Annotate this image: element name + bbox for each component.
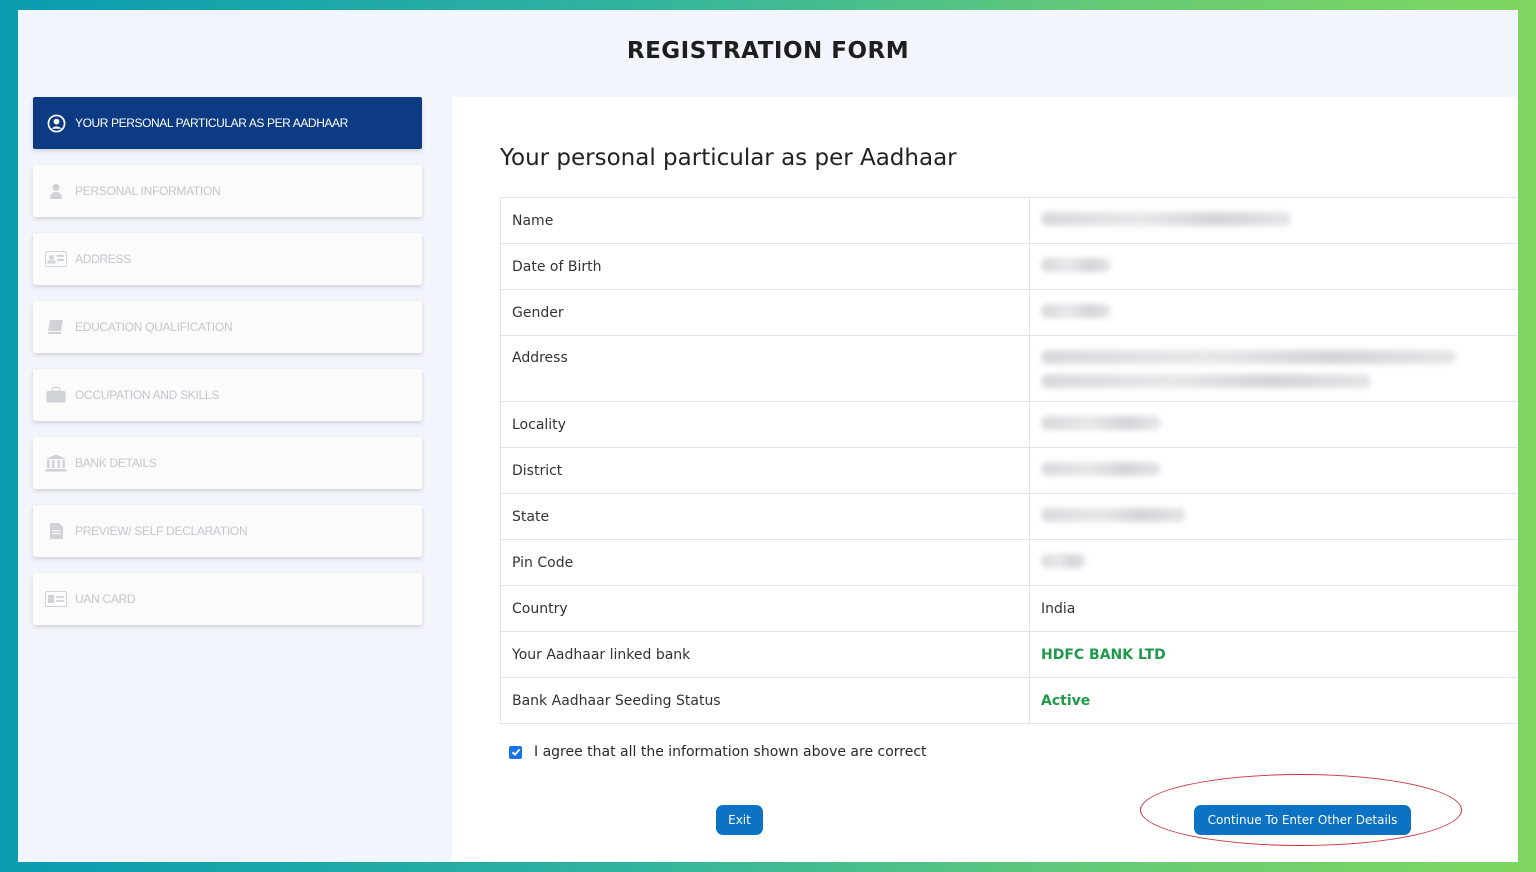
- row-label: Gender: [500, 289, 1030, 336]
- document-icon: [45, 522, 67, 540]
- table-row: State: [500, 493, 1518, 540]
- row-label: State: [500, 493, 1030, 540]
- table-row: Date of Birth: [500, 243, 1518, 290]
- aadhaar-details-table: Name Date of Birth Gender Address Locali…: [500, 197, 1518, 724]
- row-value-redacted: [1029, 243, 1518, 290]
- sidebar-item-label: YOUR PERSONAL PARTICULAR AS PER AADHAAR: [75, 116, 348, 130]
- check-icon: [511, 748, 520, 756]
- sidebar-item-label: UAN CARD: [75, 592, 136, 606]
- address-card-icon: [45, 250, 67, 268]
- row-value-redacted: [1029, 447, 1518, 494]
- sidebar-item-personal-information[interactable]: PERSONAL INFORMATION: [33, 165, 422, 217]
- sidebar-item-label: PREVIEW/ SELF DECLARATION: [75, 524, 248, 538]
- sidebar-item-label: EDUCATION QUALIFICATION: [75, 320, 233, 334]
- table-row: Your Aadhaar linked bank HDFC BANK LTD: [500, 631, 1518, 678]
- sidebar-item-label: PERSONAL INFORMATION: [75, 184, 221, 198]
- page-title: Your personal particular as per Aadhaar: [500, 145, 957, 171]
- row-value-redacted: [1029, 335, 1518, 402]
- row-label: Bank Aadhaar Seeding Status: [500, 677, 1030, 724]
- row-label: Pin Code: [500, 539, 1030, 586]
- briefcase-icon: [45, 386, 67, 404]
- row-label: Your Aadhaar linked bank: [500, 631, 1030, 678]
- row-value-country: India: [1029, 585, 1518, 632]
- row-value-redacted: [1029, 197, 1518, 244]
- table-row: Pin Code: [500, 539, 1518, 586]
- row-value-bank: HDFC BANK LTD: [1029, 631, 1518, 678]
- highlight-annotation: [1140, 774, 1462, 846]
- person-icon: [45, 182, 67, 200]
- table-row: District: [500, 447, 1518, 494]
- details-panel: Your personal particular as per Aadhaar …: [452, 97, 1518, 862]
- sidebar-item-label: BANK DETAILS: [75, 456, 157, 470]
- table-row: Country India: [500, 585, 1518, 632]
- row-label: Date of Birth: [500, 243, 1030, 290]
- book-icon: [45, 318, 67, 336]
- row-label: District: [500, 447, 1030, 494]
- sidebar-item-label: OCCUPATION AND SKILLS: [75, 388, 219, 402]
- row-label: Address: [500, 335, 1030, 402]
- form-title: REGISTRATION FORM: [626, 38, 910, 64]
- sidebar-item-uan-card[interactable]: UAN CARD: [33, 573, 422, 625]
- sidebar-item-education[interactable]: EDUCATION QUALIFICATION: [33, 301, 422, 353]
- user-circle-icon: [45, 114, 67, 132]
- table-row: Address: [500, 335, 1518, 402]
- table-row: Name: [500, 197, 1518, 244]
- row-label: Name: [500, 197, 1030, 244]
- row-value-seeding-status: Active: [1029, 677, 1518, 724]
- row-label: Locality: [500, 401, 1030, 448]
- step-sidebar: YOUR PERSONAL PARTICULAR AS PER AADHAAR …: [33, 97, 422, 641]
- table-row: Bank Aadhaar Seeding Status Active: [500, 677, 1518, 724]
- sidebar-item-aadhaar-particulars[interactable]: YOUR PERSONAL PARTICULAR AS PER AADHAAR: [33, 97, 422, 149]
- sidebar-item-preview-declaration[interactable]: PREVIEW/ SELF DECLARATION: [33, 505, 422, 557]
- agree-checkbox[interactable]: [509, 745, 522, 759]
- row-value-redacted: [1029, 539, 1518, 586]
- exit-button[interactable]: Exit: [716, 805, 763, 835]
- row-value-redacted: [1029, 401, 1518, 448]
- row-label: Country: [500, 585, 1030, 632]
- agree-row: I agree that all the information shown a…: [509, 744, 927, 760]
- row-value-redacted: [1029, 493, 1518, 540]
- table-row: Locality: [500, 401, 1518, 448]
- row-value-redacted: [1029, 289, 1518, 336]
- bank-icon: [45, 454, 67, 472]
- registration-screen: REGISTRATION FORM YOUR PERSONAL PARTICUL…: [18, 10, 1518, 862]
- sidebar-item-occupation[interactable]: OCCUPATION AND SKILLS: [33, 369, 422, 421]
- id-card-icon: [45, 590, 67, 608]
- agree-label: I agree that all the information shown a…: [534, 744, 927, 760]
- sidebar-item-label: ADDRESS: [75, 252, 131, 266]
- table-row: Gender: [500, 289, 1518, 336]
- sidebar-item-address[interactable]: ADDRESS: [33, 233, 422, 285]
- sidebar-item-bank-details[interactable]: BANK DETAILS: [33, 437, 422, 489]
